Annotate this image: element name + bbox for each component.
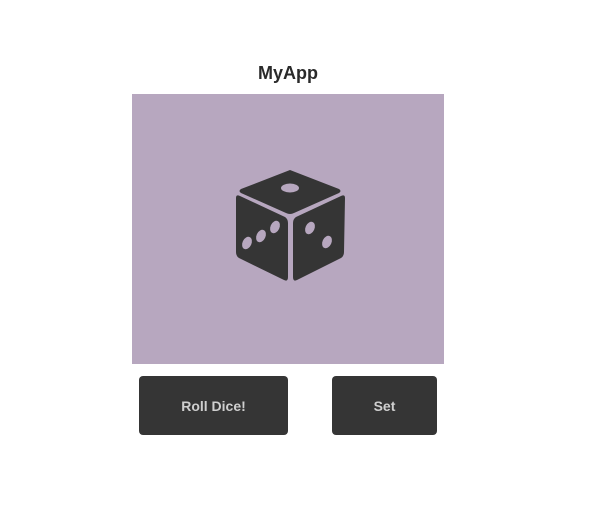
app-title: MyApp <box>258 63 318 83</box>
roll-dice-button[interactable]: Roll Dice! <box>139 376 288 435</box>
app-window: MyApp Roll Dice! Set <box>0 0 589 517</box>
dice-icon <box>236 170 345 281</box>
set-button[interactable]: Set <box>332 376 437 435</box>
